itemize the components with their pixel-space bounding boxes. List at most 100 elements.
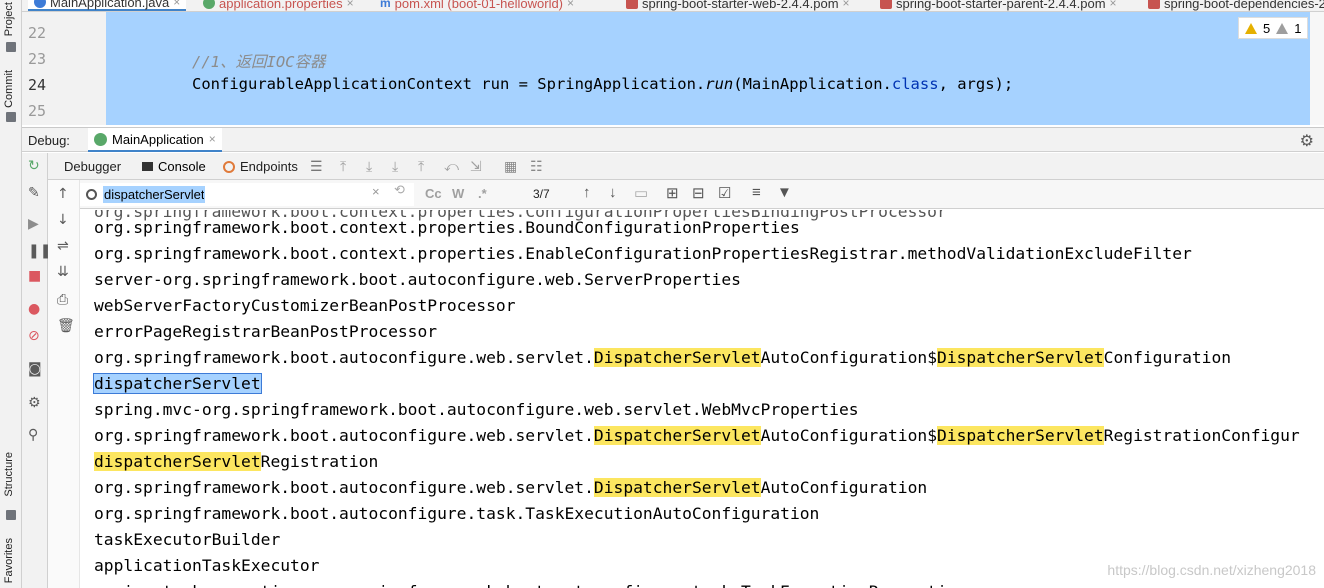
- select-all-occurrences-icon[interactable]: ▭: [634, 184, 648, 202]
- console-line: org.springframework.boot.context.propert…: [94, 243, 1192, 265]
- editor-gutter: 22 23 24 25: [22, 12, 106, 125]
- trash-icon[interactable]: 🗑: [57, 318, 75, 334]
- search-history-icon[interactable]: ⟲: [394, 182, 405, 198]
- weak-warning-count: 1: [1294, 20, 1302, 36]
- modify-config-icon[interactable]: ✎: [28, 185, 40, 201]
- console-line: org.springframework.boot.context.propert…: [94, 217, 800, 239]
- console-text: spring.mvc-org.springframework.boot.auto…: [94, 400, 859, 419]
- line-number: 25: [28, 102, 47, 120]
- search-input[interactable]: [103, 186, 205, 203]
- tab-label: pom.xml (boot-01-helloworld): [394, 0, 564, 11]
- close-icon[interactable]: ×: [843, 0, 850, 10]
- inspection-badge[interactable]: 5 1: [1238, 17, 1309, 39]
- trace-current-stream-icon[interactable]: ☷: [530, 158, 543, 175]
- next-occurrence-icon[interactable]: ↓: [609, 184, 617, 201]
- tab-label: spring-boot-dependencies-2.: [1164, 0, 1324, 11]
- evaluate-expression-icon[interactable]: ▦: [504, 158, 517, 175]
- tab-main-application[interactable]: MainApplication.java ×: [28, 0, 187, 11]
- up-arrow-icon[interactable]: ↑: [57, 186, 69, 202]
- filter-icon[interactable]: ▼: [777, 184, 792, 201]
- tab-console[interactable]: Console: [142, 159, 206, 174]
- pin-icon[interactable]: ⚲: [28, 427, 38, 443]
- view-breakpoints-icon[interactable]: ●: [28, 301, 40, 317]
- previous-occurrence-icon[interactable]: ↑: [583, 184, 591, 201]
- console-line: spring.mvc-org.springframework.boot.auto…: [94, 399, 859, 421]
- add-occurrence-icon[interactable]: ⊞: [666, 184, 679, 202]
- console-line: dispatcherServlet: [93, 373, 262, 395]
- clear-search-icon[interactable]: ×: [372, 184, 380, 199]
- console-text: taskExecutorBuilder: [94, 530, 281, 549]
- rerun-icon[interactable]: ↻: [28, 158, 40, 174]
- step-into-icon[interactable]: ⤓: [392, 158, 398, 175]
- console-text: Registration: [260, 452, 379, 471]
- search-match: DispatcherServlet: [593, 478, 761, 497]
- code-editor[interactable]: //1、返回IOC容器 ConfigurableApplicationConte…: [106, 12, 1310, 125]
- close-icon[interactable]: ×: [209, 132, 216, 146]
- java-class-icon: [34, 0, 46, 8]
- console-text: org.springframework.boot.autoconfigure.w…: [94, 426, 594, 445]
- tab-application-properties[interactable]: application.properties ×: [197, 0, 360, 11]
- console-line: org.springframework.boot.autoconfigure.w…: [94, 347, 1231, 369]
- console-text: AutoConfiguration: [760, 478, 928, 497]
- console-text: AutoConfiguration$: [760, 426, 938, 445]
- console-text: RegistrationConfigur: [1103, 426, 1300, 445]
- resume-icon[interactable]: ▶: [28, 216, 39, 232]
- close-icon[interactable]: ×: [173, 0, 180, 9]
- gear-icon[interactable]: ⚙: [1300, 131, 1314, 151]
- search-match: DispatcherServlet: [937, 426, 1104, 445]
- console-output[interactable]: org.springframework.boot.context.propert…: [80, 210, 1324, 588]
- tab-dependencies-pom[interactable]: spring-boot-dependencies-2.: [1142, 0, 1324, 11]
- xml-icon: [1148, 0, 1160, 9]
- console-text: webServerFactoryCustomizerBeanPostProces…: [94, 296, 516, 315]
- camera-icon[interactable]: ◙: [28, 361, 42, 377]
- close-icon[interactable]: ×: [1110, 0, 1117, 10]
- editor-scrollbar[interactable]: [1310, 12, 1324, 125]
- tab-console-label: Console: [158, 159, 206, 174]
- mute-breakpoints-icon[interactable]: ⊘: [28, 328, 40, 344]
- soft-wrap-icon[interactable]: ⇌: [57, 238, 69, 254]
- maven-icon: m: [380, 0, 391, 10]
- tab-pom-xml[interactable]: m pom.xml (boot-01-helloworld) ×: [374, 0, 580, 11]
- warning-count: 5: [1263, 20, 1271, 36]
- regex-toggle[interactable]: .*: [478, 186, 487, 201]
- stop-icon[interactable]: ■: [28, 268, 41, 284]
- tab-starter-web-pom[interactable]: spring-boot-starter-web-2.4.4.pom ×: [620, 0, 856, 11]
- menu-icon[interactable]: ☰: [310, 158, 323, 175]
- settings-icon[interactable]: ⚙: [28, 395, 41, 411]
- left-tool-strip: Project Commit Structure Favorites: [0, 0, 22, 588]
- close-icon[interactable]: ×: [567, 0, 574, 10]
- close-icon[interactable]: ×: [347, 0, 354, 10]
- debug-tool-window-header: Debug: MainApplication × ⚙: [22, 127, 1324, 152]
- console-line: org.springframework.boot.autoconfigure.w…: [94, 425, 1300, 447]
- print-icon[interactable]: ⎙: [57, 292, 68, 308]
- warning-icon: [1245, 22, 1257, 34]
- current-search-match: dispatcherServlet: [93, 373, 262, 394]
- whole-words-toggle[interactable]: W: [452, 186, 464, 201]
- console-text: org.springframework.boot.context.propert…: [94, 244, 1192, 263]
- down-arrow-icon[interactable]: ↓: [57, 212, 69, 228]
- tab-starter-parent-pom[interactable]: spring-boot-starter-parent-2.4.4.pom ×: [874, 0, 1123, 11]
- line-number: 22: [28, 24, 47, 42]
- drop-frame-icon[interactable]: ⤺: [444, 158, 459, 175]
- search-box: [80, 183, 414, 206]
- select-all-icon[interactable]: ☑: [718, 184, 731, 202]
- debug-toolbar: Debugger Console Endpoints ☰ ⤒ ⤓ ⤓ ⤒ ⤺ ⇲…: [48, 153, 1324, 180]
- filter-lines-icon[interactable]: ≡: [752, 184, 761, 201]
- commit-tool-button[interactable]: Commit: [3, 70, 15, 108]
- debug-config-tab[interactable]: MainApplication ×: [88, 128, 222, 152]
- show-execution-point-icon[interactable]: ⤒: [340, 158, 346, 175]
- remove-occurrence-icon[interactable]: ⊟: [692, 184, 705, 202]
- run-to-cursor-icon[interactable]: ⇲: [470, 158, 482, 175]
- step-out-icon[interactable]: ⤒: [418, 158, 424, 175]
- tab-debugger[interactable]: Debugger: [64, 159, 121, 174]
- structure-tool-button[interactable]: Structure: [3, 452, 15, 497]
- project-tool-button[interactable]: Project: [3, 2, 15, 36]
- match-case-toggle[interactable]: Cc: [425, 186, 442, 201]
- step-over-icon[interactable]: ⤓: [366, 158, 372, 175]
- structure-icon: [6, 510, 16, 520]
- favorites-tool-button[interactable]: Favorites: [3, 538, 15, 583]
- tab-debugger-label: Debugger: [64, 159, 122, 174]
- tab-endpoints[interactable]: Endpoints: [223, 159, 298, 174]
- scroll-to-end-icon[interactable]: ⇊: [57, 264, 69, 280]
- search-match: DispatcherServlet: [937, 348, 1104, 367]
